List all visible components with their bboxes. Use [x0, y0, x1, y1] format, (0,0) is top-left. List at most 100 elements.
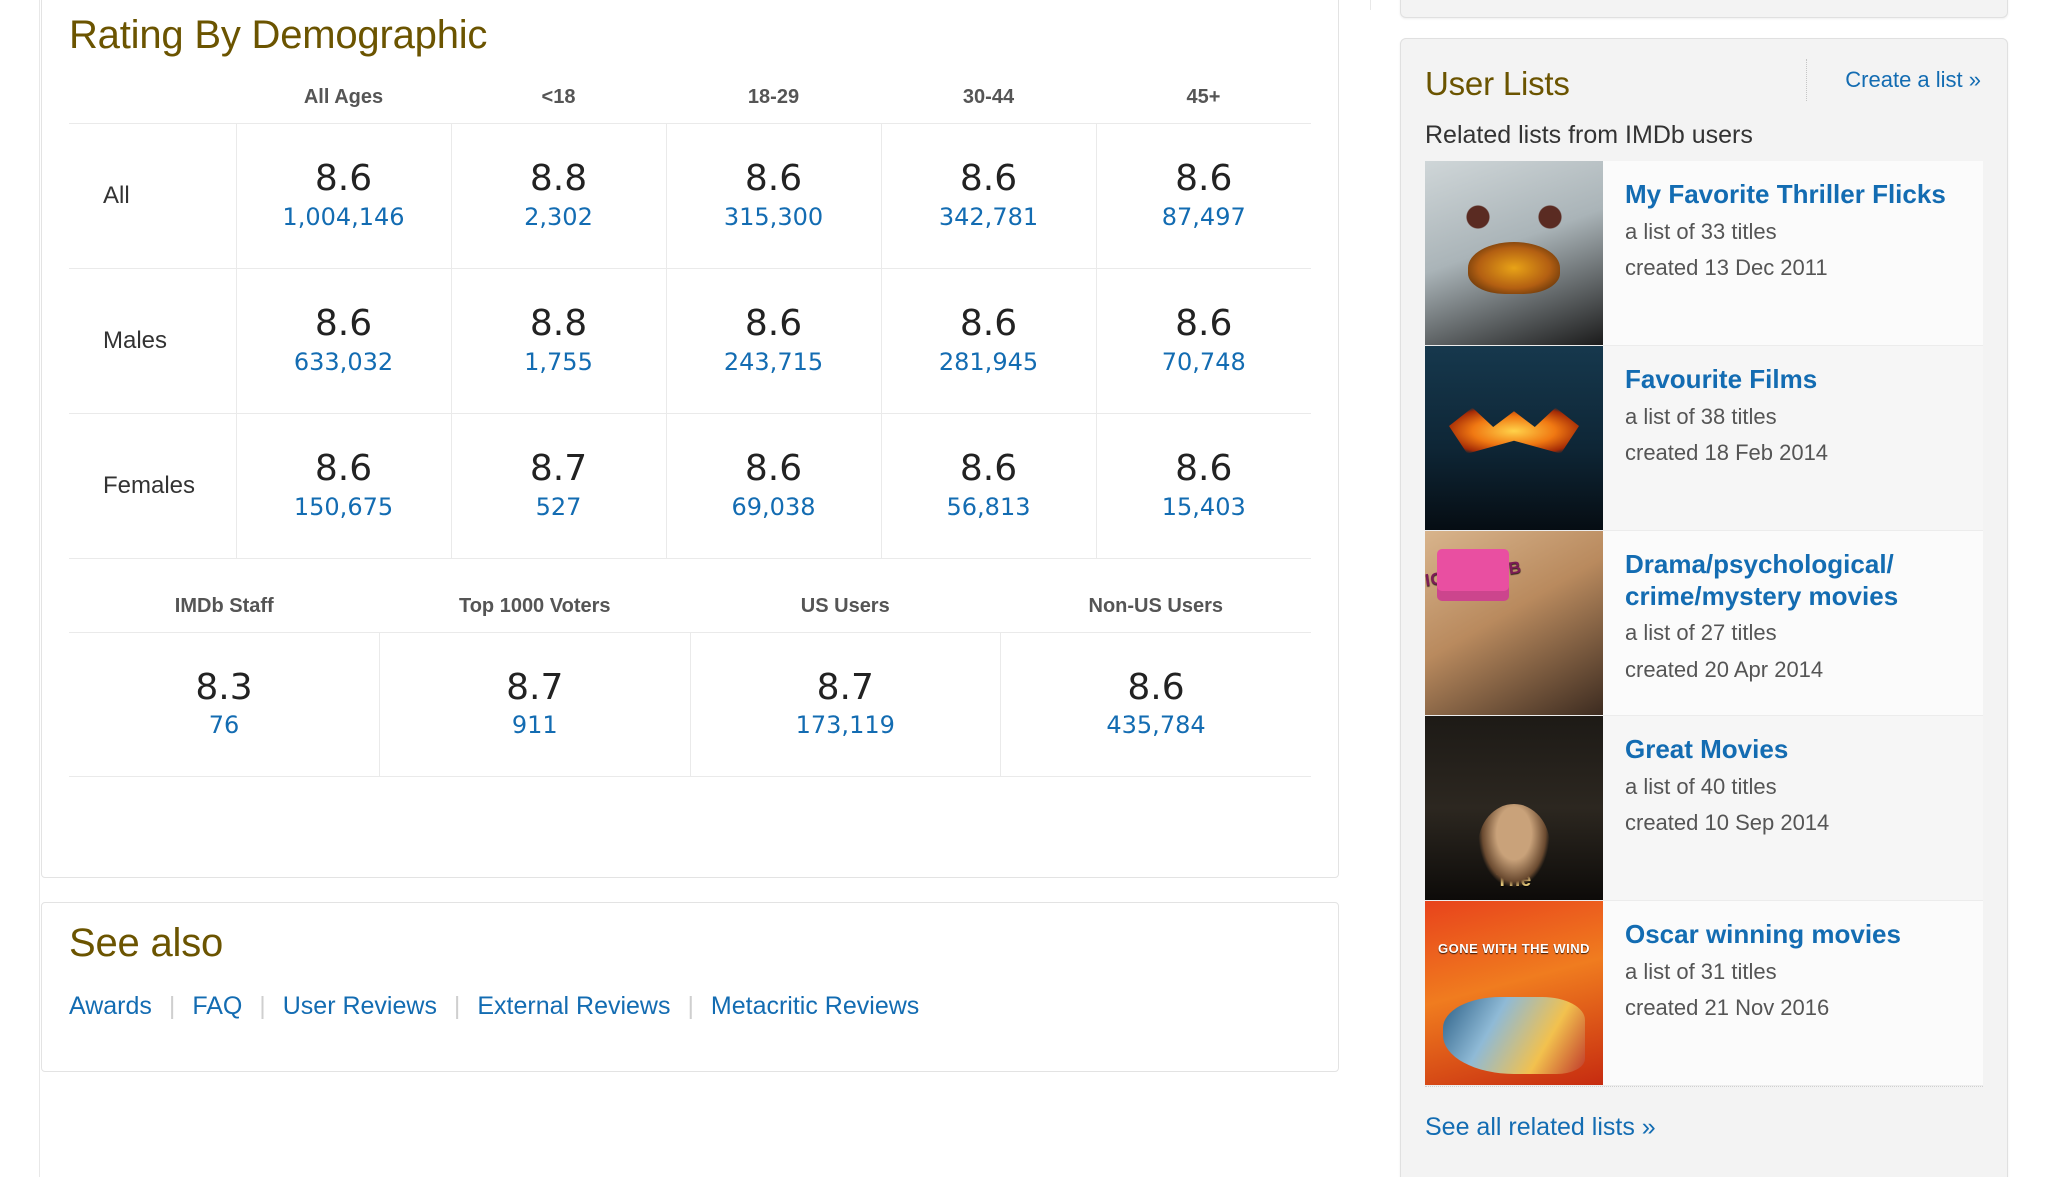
list-item[interactable]: Favourite Films a list of 38 titles crea…	[1425, 346, 1983, 531]
cell-all-18-29: 8.6 315,300	[665, 123, 882, 269]
vote-count-link[interactable]: 1,004,146	[237, 202, 451, 233]
user-lists-subtitle: Related lists from IMDb users	[1425, 121, 1753, 149]
rating-by-group-table: IMDb Staff Top 1000 Voters US Users Non-…	[69, 595, 1311, 777]
vote-count-link[interactable]: 633,032	[237, 347, 451, 378]
vote-count-link[interactable]: 76	[69, 710, 379, 741]
age-table-header-row: All Ages <18 18-29 30-44 45+	[69, 86, 1311, 124]
user-lists-footer: See all related lists »	[1425, 1086, 1983, 1142]
cell-males-45plus: 8.6 70,748	[1095, 268, 1312, 414]
link-user-reviews[interactable]: User Reviews	[283, 992, 437, 1020]
rating-value: 8.7	[816, 666, 874, 708]
cell-females-under18: 8.7 527	[450, 413, 667, 559]
vote-count-link[interactable]: 342,781	[882, 202, 1096, 233]
fight-club-poster: FIGHT CLUB	[1425, 531, 1603, 715]
list-item-title[interactable]: Oscar winning movies	[1625, 919, 1901, 951]
vote-count-link[interactable]: 911	[380, 710, 690, 741]
link-separator: |	[453, 992, 461, 1020]
rating-value: 8.6	[1127, 666, 1185, 708]
rating-value: 8.3	[195, 666, 253, 708]
list-item[interactable]: The Great Movies a list of 40 titles cre…	[1425, 716, 1983, 901]
column-header-all-ages: All Ages	[303, 86, 384, 108]
poster-caption: FIGHT CLUB	[1425, 557, 1523, 592]
vote-count-link[interactable]: 56,813	[882, 492, 1096, 523]
header-divider	[1806, 59, 1807, 101]
column-header-non-us-users: Non-US Users	[1088, 595, 1223, 617]
list-item-body: Drama/psychological/ crime/mystery movie…	[1603, 531, 1983, 715]
vote-count-link[interactable]: 70,748	[1097, 347, 1312, 378]
cell-males-under18: 8.8 1,755	[450, 268, 667, 414]
rating-value: 8.6	[959, 158, 1018, 200]
list-item-created: created 10 Sep 2014	[1625, 809, 1830, 835]
vote-count-link[interactable]: 2,302	[452, 202, 666, 233]
list-item-count: a list of 38 titles	[1625, 403, 1777, 429]
link-external-reviews[interactable]: External Reviews	[477, 992, 670, 1020]
vote-count-link[interactable]: 243,715	[667, 347, 881, 378]
see-also-title: See also	[69, 921, 224, 965]
table-row: Males 8.6 633,032 8.8 1,755 8.6 243,715	[69, 268, 1312, 414]
list-item-created: created 21 Nov 2016	[1625, 994, 1830, 1020]
vote-count-link[interactable]: 315,300	[667, 202, 881, 233]
cell-females-45plus: 8.6 15,403	[1095, 413, 1312, 559]
list-item-title[interactable]: Great Movies	[1625, 734, 1829, 766]
vote-count-link[interactable]: 69,038	[667, 492, 881, 523]
cell-imdb-staff: 8.3 76	[69, 632, 380, 777]
rating-value: 8.6	[959, 448, 1018, 490]
cell-non-us-users: 8.6 435,784	[1000, 632, 1311, 777]
age-table-corner-cell	[69, 86, 236, 124]
rating-value: 8.6	[314, 448, 373, 490]
rating-value: 8.7	[529, 448, 588, 490]
list-item-count: a list of 27 titles	[1625, 620, 1777, 646]
vote-count-link[interactable]: 87,497	[1097, 202, 1312, 233]
column-header-18-29: 18-29	[747, 86, 800, 108]
list-item-title[interactable]: My Favorite Thriller Flicks	[1625, 179, 1946, 211]
list-item-title[interactable]: Drama/psychological/ crime/mystery movie…	[1625, 549, 1971, 612]
create-a-list-link[interactable]: Create a list »	[1845, 67, 1981, 93]
row-label-males: Males	[69, 268, 237, 414]
table-row: 8.3 76 8.7 911 8.7 173,119 8.6 435,784	[69, 632, 1311, 777]
list-item[interactable]: My Favorite Thriller Flicks a list of 33…	[1425, 161, 1983, 346]
previous-panel-stub	[1400, 0, 2008, 18]
vote-count-link[interactable]: 173,119	[691, 710, 1001, 741]
rating-by-age-table: All Ages <18 18-29 30-44 45+ All 8.6 1,0…	[69, 86, 1311, 559]
group-table-header-row: IMDb Staff Top 1000 Voters US Users Non-…	[69, 595, 1311, 633]
silence-of-the-lambs-poster	[1425, 161, 1603, 345]
cell-males-allages: 8.6 633,032	[235, 268, 452, 414]
link-awards[interactable]: Awards	[69, 992, 152, 1020]
column-header-45-plus: 45+	[1186, 86, 1221, 108]
column-header-30-44: 30-44	[962, 86, 1015, 108]
the-godfather-poster: The	[1425, 716, 1603, 900]
rating-value: 8.6	[314, 158, 373, 200]
vote-count-link[interactable]: 150,675	[237, 492, 451, 523]
age-table-head: All Ages <18 18-29 30-44 45+	[69, 86, 1311, 124]
list-item-body: Oscar winning movies a list of 31 titles…	[1603, 901, 1913, 1085]
link-faq[interactable]: FAQ	[192, 992, 242, 1020]
sidebar-divider	[1370, 0, 1371, 10]
group-table-container: IMDb Staff Top 1000 Voters US Users Non-…	[42, 595, 1338, 777]
page-root: Rating By Demographic All Ages <18 18-29…	[0, 0, 2048, 1177]
cell-all-under18: 8.8 2,302	[450, 123, 667, 269]
cell-females-18-29: 8.6 69,038	[665, 413, 882, 559]
group-table-head: IMDb Staff Top 1000 Voters US Users Non-…	[69, 595, 1311, 633]
list-item-count: a list of 33 titles	[1625, 218, 1777, 244]
user-lists-header: User Lists Create a list » Related lists…	[1401, 39, 2007, 161]
link-metacritic-reviews[interactable]: Metacritic Reviews	[711, 992, 919, 1020]
see-all-related-lists-link[interactable]: See all related lists »	[1425, 1113, 1656, 1141]
vote-count-link[interactable]: 15,403	[1097, 492, 1312, 523]
the-dark-knight-poster	[1425, 346, 1603, 530]
list-item[interactable]: FIGHT CLUB Drama/psychological/ crime/my…	[1425, 531, 1983, 716]
rating-value: 8.8	[529, 158, 588, 200]
list-item[interactable]: GONE WITH THE WIND Oscar winning movies …	[1425, 901, 1983, 1086]
rating-value: 8.6	[744, 158, 803, 200]
vote-count-link[interactable]: 281,945	[882, 347, 1096, 378]
gone-with-the-wind-poster: GONE WITH THE WIND	[1425, 901, 1603, 1085]
rating-value: 8.6	[1175, 158, 1233, 200]
vote-count-link[interactable]: 527	[452, 492, 666, 523]
rating-by-demographic-panel: Rating By Demographic All Ages <18 18-29…	[41, 0, 1339, 878]
list-item-title[interactable]: Favourite Films	[1625, 364, 1828, 396]
cell-males-18-29: 8.6 243,715	[665, 268, 882, 414]
rating-value: 8.8	[529, 303, 588, 345]
vote-count-link[interactable]: 435,784	[1001, 710, 1311, 741]
page-title: Rating By Demographic	[69, 13, 488, 57]
row-label-females: Females	[69, 413, 237, 559]
vote-count-link[interactable]: 1,755	[452, 347, 666, 378]
